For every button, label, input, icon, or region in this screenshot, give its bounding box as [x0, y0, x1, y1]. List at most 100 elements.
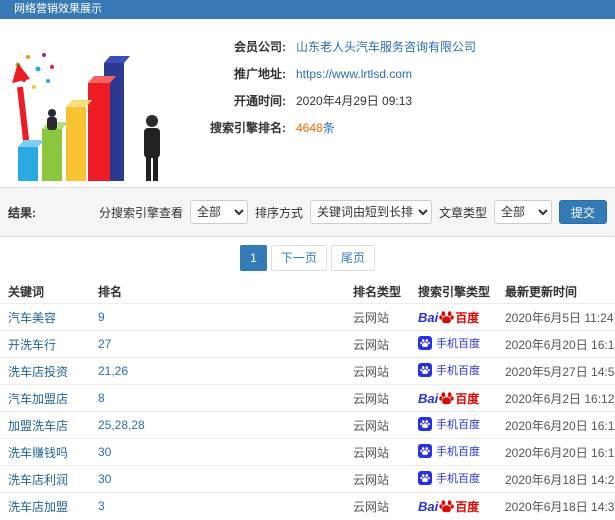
- rank-count-value: 4648: [296, 121, 323, 135]
- table-row: 加盟洗车店 25,28,28 云网站 手机百度 2020年6月20日 16:11: [0, 411, 615, 438]
- mobile-baidu-paw-icon: [418, 417, 432, 431]
- keyword-link[interactable]: 洗车赚钱吗: [8, 446, 68, 460]
- filter-group: 分搜索引擎查看 全部 排序方式 关键词由短到长排序 文章类型 全部 提交: [99, 200, 607, 224]
- baidu-paw-icon: [439, 310, 454, 323]
- mobile-baidu-paw-icon: [418, 336, 432, 350]
- update-time-value: 2020年6月20日 16:12: [505, 445, 615, 460]
- baidu-bai-text: Bai: [418, 390, 439, 406]
- keyword-link[interactable]: 洗车店投资: [8, 365, 68, 379]
- mobile-baidu-text: 手机百度: [436, 338, 480, 350]
- rank-type-value: 云网站: [353, 337, 390, 352]
- open-time-value: 2020年4月29日 09:13: [296, 94, 413, 108]
- article-type-select[interactable]: 全部: [493, 200, 552, 224]
- rank-type-value: 云网站: [353, 391, 390, 406]
- results-table: 关键词 排名 排名类型 搜索引擎类型 最新更新时间 汽车美容 9 云网站 Bai…: [0, 279, 615, 519]
- table-row: 洗车店利润 30 云网站 手机百度 2020年6月18日 14:27: [0, 465, 615, 492]
- mobile-baidu-text: 手机百度: [436, 473, 480, 485]
- keyword-link[interactable]: 加盟洗车店: [8, 419, 68, 433]
- mobile-baidu-text: 手机百度: [436, 446, 480, 458]
- keyword-link[interactable]: 开洗车行: [8, 338, 56, 352]
- table-row: 开洗车行 27 云网站 手机百度 2020年6月20日 16:16: [0, 330, 615, 357]
- table-row: 洗车赚钱吗 30 云网站 手机百度 2020年6月20日 16:12: [0, 438, 615, 465]
- rank-value: 8: [98, 391, 105, 405]
- rank-value: 9: [98, 310, 105, 324]
- baidu-pc-logo: Bai 百度: [418, 390, 479, 407]
- company-link[interactable]: 山东老人头汽车服务咨询有限公司: [296, 40, 476, 54]
- rank-value: 21,26: [98, 364, 129, 378]
- rank-value: 30: [98, 445, 112, 459]
- growth-chart-graphic: [12, 53, 160, 181]
- update-time-value: 2020年6月18日 14:27: [505, 472, 615, 487]
- url-label: 推广地址:: [234, 67, 286, 81]
- baidu-mobile-logo: 手机百度: [418, 362, 480, 378]
- baidu-paw-icon: [439, 391, 454, 404]
- rank-value: 25,28,28: [98, 418, 145, 432]
- info-row-open-time: 开通时间: 2020年4月29日 09:13: [178, 93, 615, 109]
- baidu-bai-text: Bai: [418, 498, 439, 514]
- rank-unit: 条: [322, 121, 335, 135]
- company-info: 会员公司: 山东老人头汽车服务咨询有限公司 推广地址: https://www.…: [178, 25, 615, 187]
- keyword-link[interactable]: 洗车店加盟: [8, 500, 68, 514]
- header-rank-type: 排名类型: [353, 284, 402, 299]
- table-body: 汽车美容 9 云网站 Bai 百度 2020年6月5日 11:24 开洗车行 2…: [0, 303, 615, 519]
- baidu-du-text: 百度: [455, 310, 480, 325]
- rank-type-value: 云网站: [353, 445, 390, 460]
- update-time-value: 2020年6月18日 14:30: [505, 499, 615, 514]
- baidu-mobile-logo: 手机百度: [418, 443, 480, 459]
- company-label: 会员公司:: [234, 40, 286, 54]
- baidu-mobile-logo: 手机百度: [418, 335, 480, 351]
- sort-label: 排序方式: [254, 205, 303, 220]
- table-row: 洗车店加盟 3 云网站 Bai 百度 2020年6月18日 14:30: [0, 492, 615, 519]
- info-row-url: 推广地址: https://www.lrtlsd.com: [178, 66, 615, 82]
- update-time-value: 2020年6月5日 11:24: [505, 310, 614, 325]
- info-row-company: 会员公司: 山东老人头汽车服务咨询有限公司: [178, 39, 615, 55]
- table-row: 洗车店投资 21,26 云网站 手机百度 2020年5月27日 14:58: [0, 357, 615, 384]
- keyword-link[interactable]: 洗车店利润: [8, 473, 68, 487]
- update-time-value: 2020年6月20日 16:11: [505, 418, 615, 433]
- page-title: 网络营销效果展示: [14, 3, 102, 15]
- update-time-value: 2020年6月20日 16:16: [505, 337, 615, 352]
- header-keyword: 关键词: [8, 284, 45, 299]
- mobile-baidu-paw-icon: [418, 471, 432, 485]
- rank-value: 3: [98, 499, 105, 513]
- bar-chart-illustration: [0, 25, 178, 185]
- table-row: 汽车加盟店 8 云网站 Bai 百度 2020年6月2日 16:12: [0, 384, 615, 411]
- rank-type-value: 云网站: [353, 310, 390, 325]
- rank-type-value: 云网站: [353, 418, 390, 433]
- header-engine-type: 搜索引擎类型: [418, 284, 491, 299]
- rank-type-value: 云网站: [353, 499, 390, 514]
- open-time-label: 开通时间:: [234, 94, 286, 108]
- baidu-pc-logo: Bai 百度: [418, 498, 479, 515]
- next-page-button[interactable]: 下一页: [270, 245, 327, 271]
- table-row: 汽车美容 9 云网站 Bai 百度 2020年6月5日 11:24: [0, 303, 615, 330]
- top-header-bar: 网络营销效果展示: [0, 0, 615, 19]
- top-section: 会员公司: 山东老人头汽车服务咨询有限公司 推广地址: https://www.…: [0, 19, 615, 187]
- header-update-time: 最新更新时间: [505, 284, 578, 299]
- pagination: 1 下一页 尾页: [0, 237, 615, 277]
- baidu-mobile-logo: 手机百度: [418, 416, 480, 432]
- mobile-baidu-paw-icon: [418, 363, 432, 377]
- result-label: 结果:: [8, 205, 36, 220]
- update-time-value: 2020年6月2日 16:12: [505, 391, 615, 406]
- last-page-button[interactable]: 尾页: [330, 245, 375, 271]
- baidu-bai-text: Bai: [418, 309, 439, 325]
- table-header-row: 关键词 排名 排名类型 搜索引擎类型 最新更新时间: [0, 279, 615, 303]
- rank-label: 搜索引擎排名:: [210, 121, 286, 135]
- rank-type-value: 云网站: [353, 472, 390, 487]
- submit-button[interactable]: 提交: [558, 200, 607, 224]
- engine-filter-label: 分搜索引擎查看: [98, 205, 183, 220]
- rank-value: 30: [98, 472, 112, 486]
- page-1-button[interactable]: 1: [240, 245, 267, 271]
- baidu-paw-icon: [439, 499, 454, 512]
- mobile-baidu-text: 手机百度: [436, 365, 480, 377]
- rank-type-value: 云网站: [353, 364, 390, 379]
- mobile-baidu-text: 手机百度: [436, 419, 480, 431]
- baidu-du-text: 百度: [455, 499, 480, 514]
- engine-filter-select[interactable]: 全部: [189, 200, 248, 224]
- sort-select[interactable]: 关键词由短到长排序: [309, 200, 432, 224]
- rank-value: 27: [98, 337, 112, 351]
- keyword-link[interactable]: 汽车加盟店: [8, 392, 68, 406]
- keyword-link[interactable]: 汽车美容: [8, 311, 56, 325]
- baidu-pc-logo: Bai 百度: [418, 309, 479, 326]
- promotion-url-link[interactable]: https://www.lrtlsd.com: [296, 67, 412, 81]
